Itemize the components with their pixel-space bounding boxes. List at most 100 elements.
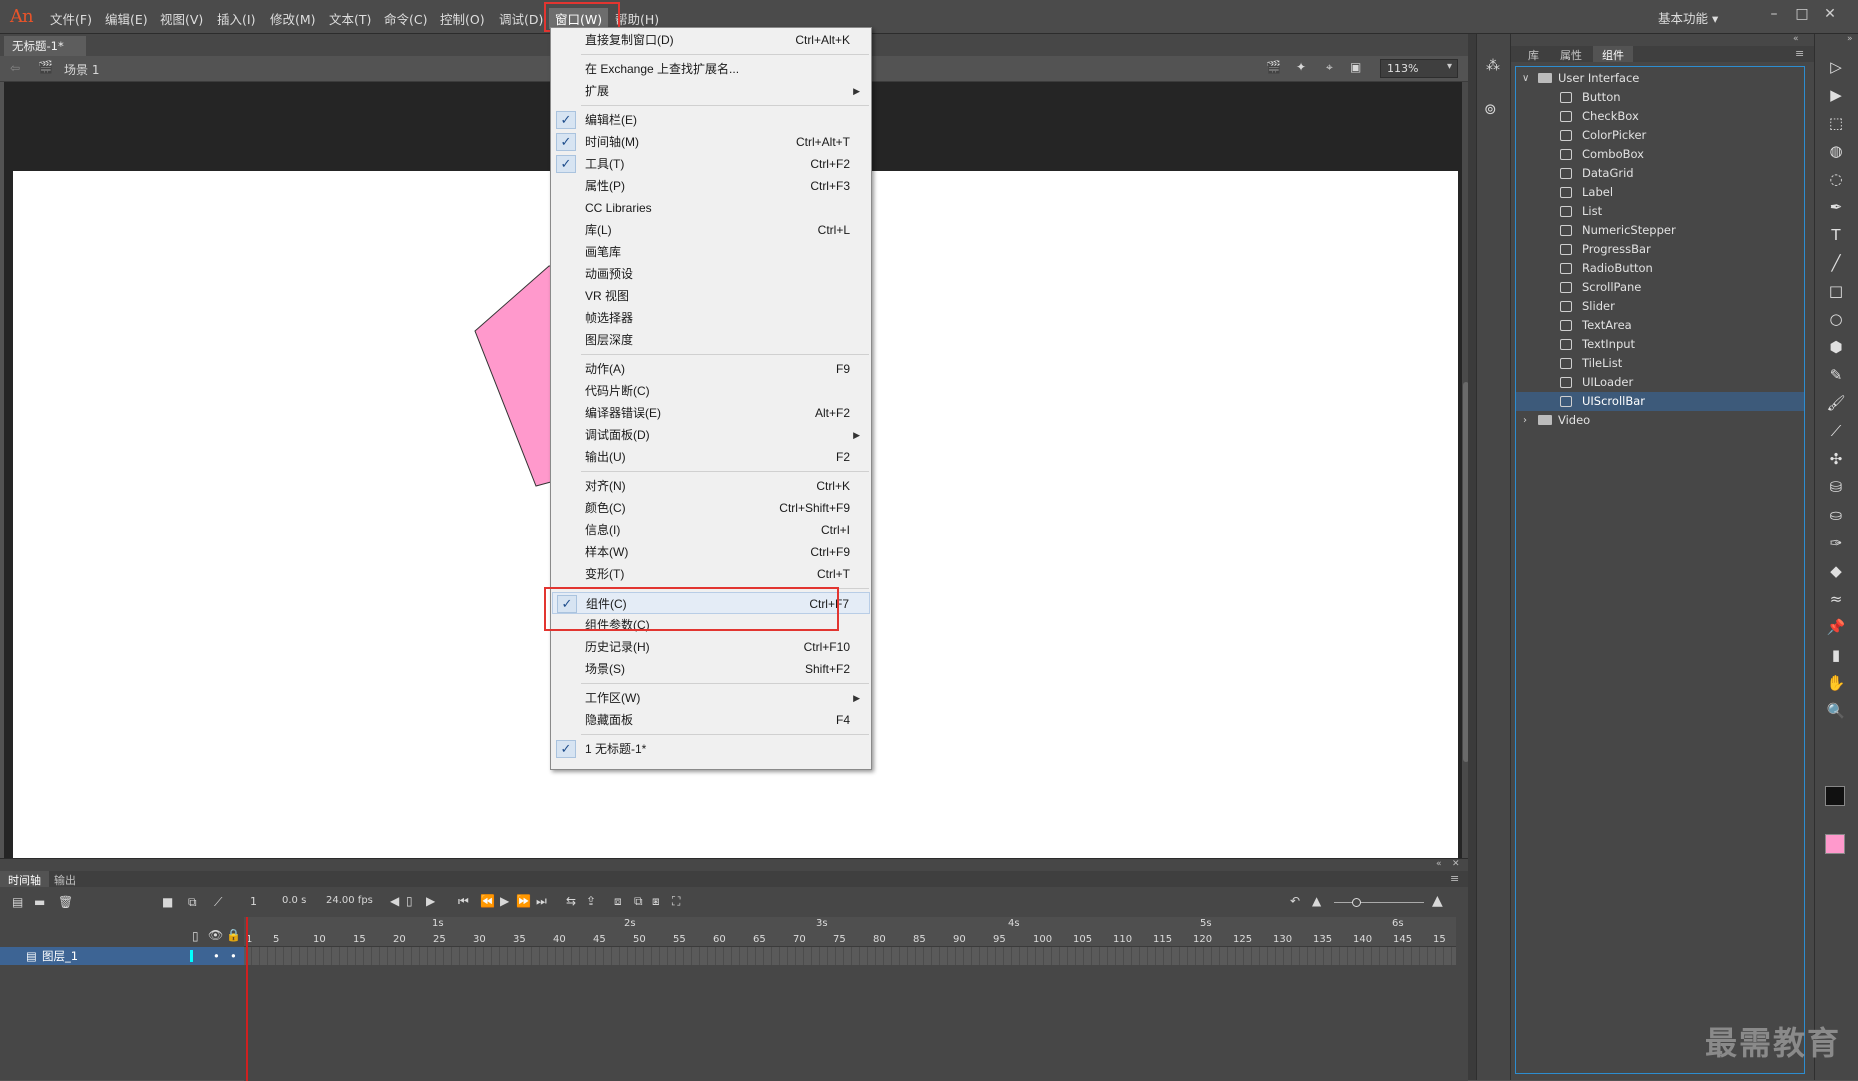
tab-timeline[interactable]: 时间轴 <box>0 871 49 887</box>
paint-bucket-tool-icon[interactable]: ⛁ <box>1825 476 1847 498</box>
step-forward-icon[interactable]: ⏩ <box>516 894 531 908</box>
component-item[interactable]: TileList <box>1516 354 1804 373</box>
window-menu-item[interactable]: 画笔库 <box>552 241 870 263</box>
next-keyframe-icon[interactable]: ▶ <box>426 894 435 908</box>
component-item[interactable]: UILoader <box>1516 373 1804 392</box>
window-menu-item[interactable]: ✓ 编辑栏(E) <box>552 109 870 131</box>
window-menu-item[interactable]: 历史记录(H) Ctrl+F10 <box>552 636 870 658</box>
loop-icon[interactable]: ⇆ <box>566 894 576 908</box>
line-tool-icon[interactable]: ╱ <box>1825 252 1847 274</box>
fill-color-swatch[interactable] <box>1825 834 1845 854</box>
window-menu-item[interactable]: 库(L) Ctrl+L <box>552 219 870 241</box>
rectangle-tool-icon[interactable]: □ <box>1825 280 1847 302</box>
component-item[interactable]: UIScrollBar <box>1516 392 1804 411</box>
minimize-icon[interactable]: – <box>1762 3 1786 25</box>
modify-markers-icon[interactable]: ⛶ <box>672 894 680 909</box>
cc-libraries-icon[interactable]: ⊚ <box>1484 100 1497 118</box>
menu-item[interactable]: 文本(T) <box>329 9 371 28</box>
tab-library[interactable]: 库 <box>1519 46 1548 62</box>
component-item[interactable]: RadioButton <box>1516 259 1804 278</box>
window-menu-item[interactable]: 帧选择器 <box>552 307 870 329</box>
camera-tool-icon[interactable]: ▮ <box>1825 644 1847 666</box>
window-menu-item[interactable]: ✓ 工具(T) Ctrl+F2 <box>552 153 870 175</box>
collapse-tools-icon[interactable]: » <box>1847 34 1853 44</box>
free-transform-tool-icon[interactable]: ⬚ <box>1825 112 1847 134</box>
eraser-tool-icon[interactable]: ◆ <box>1825 560 1847 582</box>
polystar-tool-icon[interactable]: ⬢ <box>1825 336 1847 358</box>
clip-content-icon[interactable]: ▣ <box>1350 60 1361 74</box>
menu-item[interactable]: 帮助(H) <box>615 9 659 28</box>
window-menu-item[interactable]: CC Libraries <box>552 197 870 219</box>
component-item[interactable]: CheckBox <box>1516 107 1804 126</box>
graph-icon[interactable]: ⟋ <box>214 895 222 910</box>
window-menu-item[interactable]: 变形(T) Ctrl+T <box>552 563 870 585</box>
lock-icon[interactable]: 🔒 <box>226 928 241 942</box>
window-menu-item[interactable]: 属性(P) Ctrl+F3 <box>552 175 870 197</box>
tab-output[interactable]: 输出 <box>46 871 84 887</box>
window-menu-item[interactable]: 代码片断(C) <box>552 380 870 402</box>
window-menu-item[interactable]: 扩展 ▶ <box>552 80 870 102</box>
step-back-icon[interactable]: ⏪ <box>480 894 495 908</box>
close-icon[interactable]: ✕ <box>1818 3 1842 25</box>
eyedropper-tool-icon[interactable]: ✑ <box>1825 532 1847 554</box>
menu-item[interactable]: 命令(C) <box>384 9 427 28</box>
workspace-switcher[interactable]: 基本功能 ▾ <box>1658 8 1718 27</box>
document-tab[interactable]: 无标题-1* ✕ <box>4 36 86 68</box>
menu-item[interactable]: 控制(O) <box>440 9 485 28</box>
window-menu-item[interactable]: 隐藏面板 F4 <box>552 709 870 731</box>
zoom-small-icon[interactable]: ▲ <box>1312 894 1321 908</box>
ink-bottle-tool-icon[interactable]: ⛀ <box>1825 504 1847 526</box>
oval-tool-icon[interactable]: ○ <box>1825 308 1847 330</box>
frame-ruler[interactable]: 1 5 10 15 20 25 30 35 40 45 50 55 60 65 70 75 80 85 90 95 10… <box>244 917 1456 947</box>
add-keyframe-icon[interactable]: ▯ <box>406 894 413 908</box>
component-item[interactable]: DataGrid <box>1516 164 1804 183</box>
outline-toggle-icon[interactable]: ▯ <box>192 929 199 943</box>
current-time[interactable]: 0.0 s <box>282 895 306 906</box>
layer-parenting-icon[interactable]: ⧉ <box>188 895 197 910</box>
window-menu-item[interactable]: ✓ 时间轴(M) Ctrl+Alt+T <box>552 131 870 153</box>
component-item[interactable]: Label <box>1516 183 1804 202</box>
window-menu-item[interactable]: 工作区(W) ▶ <box>552 687 870 709</box>
pin-tool-icon[interactable]: 📌 <box>1825 616 1847 638</box>
component-item[interactable]: TextArea <box>1516 316 1804 335</box>
paint-brush-tool-icon[interactable]: 🖌 <box>1825 392 1847 414</box>
window-menu-item[interactable]: 信息(I) Ctrl+I <box>552 519 870 541</box>
frame-rate[interactable]: 24.00 fps <box>326 895 373 906</box>
component-item[interactable]: TextInput <box>1516 335 1804 354</box>
go-first-frame-icon[interactable]: ⏮ <box>458 894 469 909</box>
eye-icon[interactable]: 👁 <box>208 928 223 942</box>
text-tool-icon[interactable]: T <box>1825 224 1847 246</box>
onion-outline-icon[interactable]: ⧉ <box>634 894 643 909</box>
timeline-menu-icon[interactable]: ≡ <box>1450 872 1459 885</box>
collapse-timeline-icon[interactable]: « <box>1436 859 1442 869</box>
lasso-tool-icon[interactable]: ◌ <box>1825 168 1847 190</box>
brush-tool-icon[interactable]: ⟋ <box>1825 420 1847 442</box>
width-tool-icon[interactable]: ≈ <box>1825 588 1847 610</box>
component-item[interactable]: List <box>1516 202 1804 221</box>
stroke-color-swatch[interactable] <box>1825 786 1845 806</box>
frame-zoom-slider[interactable] <box>1334 902 1424 903</box>
zoom-select[interactable]: 113% ▾ <box>1380 59 1458 78</box>
window-menu-item[interactable]: 在 Exchange 上查找扩展名... <box>552 58 870 80</box>
window-menu-item[interactable]: 对齐(N) Ctrl+K <box>552 475 870 497</box>
window-menu-item[interactable]: 动画预设 <box>552 263 870 285</box>
frame-track[interactable] <box>244 947 1456 965</box>
panel-menu-icon[interactable]: ≡ <box>1795 47 1804 60</box>
tree-folder-video[interactable]: › Video <box>1516 411 1804 430</box>
onion-skin-icon[interactable]: ⧈ <box>614 894 622 909</box>
subselection-tool-icon[interactable]: ▶ <box>1825 84 1847 106</box>
layer-name[interactable]: 图层_1 <box>42 947 78 965</box>
menu-item[interactable]: 文件(F) <box>50 9 92 28</box>
window-menu-item[interactable]: 直接复制窗口(D) Ctrl+Alt+K <box>552 29 870 51</box>
3d-rotation-tool-icon[interactable]: ◍ <box>1825 140 1847 162</box>
center-stage-icon[interactable]: ⌖ <box>1326 60 1333 75</box>
center-frame-icon[interactable]: ⇪ <box>586 894 596 908</box>
lock-dot-icon[interactable]: • <box>230 947 237 965</box>
playhead[interactable] <box>246 917 248 1081</box>
component-item[interactable]: NumericStepper <box>1516 221 1804 240</box>
menu-item[interactable]: 视图(V) <box>160 9 203 28</box>
camera-icon[interactable]: ■ <box>162 895 173 909</box>
window-menu-item[interactable]: 场景(S) Shift+F2 <box>552 658 870 680</box>
window-menu-item[interactable]: 颜色(C) Ctrl+Shift+F9 <box>552 497 870 519</box>
motion-presets-icon[interactable]: ⁂ <box>1486 58 1500 74</box>
